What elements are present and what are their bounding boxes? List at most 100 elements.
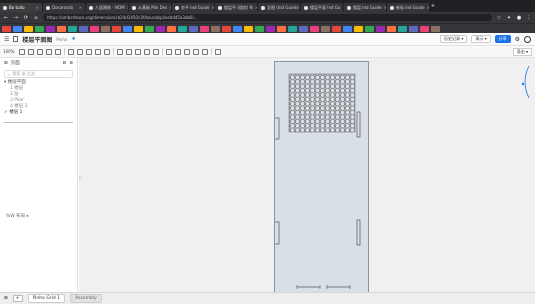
forward-icon[interactable]: → — [13, 15, 19, 21]
browser-tab[interactable]: 亦平 Ind Guide × — [172, 3, 214, 12]
bookmark-icon[interactable] — [288, 25, 297, 32]
bold-icon[interactable] — [175, 48, 182, 55]
bookmark-icon[interactable] — [189, 25, 198, 32]
arrange-icon[interactable] — [135, 48, 142, 55]
bookmark-icon[interactable] — [343, 25, 352, 32]
bookmark-icon[interactable] — [46, 25, 55, 32]
bookmark-icon[interactable] — [13, 25, 22, 32]
bookmark-icon[interactable] — [310, 25, 319, 32]
bookmark-icon[interactable] — [244, 25, 253, 32]
settings-icon[interactable]: ⚙ — [515, 36, 520, 43]
bookmark-icon[interactable] — [101, 25, 110, 32]
sheet-tab[interactable]: Assembly — [70, 294, 102, 303]
bookmark-icon[interactable] — [277, 25, 286, 32]
browser-tab[interactable]: Dosarosdo × — [43, 3, 85, 12]
bookmark-icon[interactable] — [57, 25, 66, 32]
close-icon[interactable]: × — [36, 5, 39, 10]
left-notch-upper[interactable] — [275, 117, 280, 140]
pointer-icon[interactable] — [55, 48, 62, 55]
zoom-icon[interactable] — [46, 48, 53, 55]
tree-item-selected[interactable]: ✓ 楼层 1 — [4, 110, 73, 116]
bookmark-icon[interactable] — [255, 25, 264, 32]
stroke-icon[interactable] — [153, 48, 160, 55]
browser-tab[interactable]: 人居建筑 - NOM× — [86, 3, 128, 12]
bookmark-icon[interactable] — [145, 25, 154, 32]
close-icon[interactable]: × — [255, 5, 257, 10]
right-slot-upper[interactable] — [356, 111, 361, 138]
bookmark-icon[interactable] — [321, 25, 330, 32]
canvas[interactable]: ⊢ — [79, 58, 535, 293]
bookmark-icon[interactable] — [233, 25, 242, 32]
share-button[interactable]: 分享 — [494, 35, 511, 43]
bookmark-icon[interactable] — [90, 25, 99, 32]
paint-format-icon[interactable] — [37, 48, 44, 55]
bookmark-icon[interactable] — [167, 25, 176, 32]
export-button[interactable]: 导出 ▾ — [512, 47, 532, 56]
panel-handle[interactable] — [521, 82, 525, 86]
fill-icon[interactable] — [144, 48, 151, 55]
browser-tab[interactable]: Bo tudo × — [0, 3, 42, 12]
close-icon[interactable]: × — [427, 5, 429, 10]
bookmark-icon[interactable] — [376, 25, 385, 32]
star-icon[interactable]: ★ — [71, 36, 75, 42]
bookmark-icon[interactable] — [156, 25, 165, 32]
bookmark-icon[interactable] — [178, 25, 187, 32]
bookmark-icon[interactable] — [387, 25, 396, 32]
close-icon[interactable]: × — [384, 5, 386, 10]
present-button[interactable]: 演示 ▾ — [471, 35, 491, 43]
bookmark-icon[interactable] — [200, 25, 209, 32]
browser-tab[interactable]: 楼层平 (楼房) N × — [215, 3, 257, 12]
bookmark-icon[interactable] — [123, 25, 132, 32]
url-input[interactable]: https://ambertown.org/dimension/cb24d345… — [43, 14, 492, 21]
sidebar-search[interactable]: ⌕ 搜索 或 过滤 — [4, 70, 73, 78]
line-icon[interactable] — [86, 48, 93, 55]
profile-icon[interactable]: ● — [516, 15, 522, 21]
undo-icon[interactable] — [19, 48, 26, 55]
add-sheet-button[interactable]: + — [12, 295, 23, 302]
bookmark-icon[interactable] — [79, 25, 88, 32]
menu-icon[interactable]: ⋮ — [526, 15, 532, 21]
bookmark-icon[interactable] — [431, 25, 440, 32]
bookmark-icon[interactable] — [134, 25, 143, 32]
redo-icon[interactable] — [28, 48, 35, 55]
bookmark-icon[interactable] — [398, 25, 407, 32]
bookmark-icon[interactable] — [68, 25, 77, 32]
close-icon[interactable]: × — [127, 5, 128, 10]
browser-tab[interactable]: 新标 Ind Guide × — [387, 3, 429, 12]
browser-tab[interactable]: 楼层平面 Ind Gu× — [301, 3, 343, 12]
history-button[interactable]: 历史记录 ▾ — [440, 35, 468, 43]
layout-toggle[interactable]: %W 布局 ▸ — [6, 213, 29, 219]
reload-icon[interactable]: ⟳ — [23, 15, 29, 21]
font-icon[interactable] — [166, 48, 173, 55]
table-icon[interactable] — [104, 48, 111, 55]
bookmark-icon[interactable] — [211, 25, 220, 32]
grid-icon[interactable]: ⊞ — [4, 296, 8, 301]
page-title[interactable]: 楼层平面图 — [22, 35, 52, 44]
toolbar-zoom[interactable]: 100% — [3, 49, 14, 54]
italic-icon[interactable] — [184, 48, 191, 55]
bookmark-icon[interactable] — [354, 25, 363, 32]
shape-icon[interactable] — [77, 48, 84, 55]
browser-tab[interactable]: 从基础 Min Des × — [129, 3, 171, 12]
collapse-icon[interactable]: ⊟ — [62, 61, 66, 66]
close-icon[interactable]: × — [342, 5, 343, 10]
left-notch-lower[interactable] — [275, 221, 280, 245]
add-page-icon[interactable]: ⊕ — [69, 61, 73, 66]
right-slot-lower[interactable] — [356, 219, 361, 246]
bookmark-icon[interactable] — [365, 25, 374, 32]
align-icon[interactable] — [117, 48, 124, 55]
menu-icon[interactable]: ☰ — [4, 36, 9, 43]
bookmark-icon[interactable] — [409, 25, 418, 32]
avatar[interactable] — [524, 35, 531, 43]
image-icon[interactable] — [95, 48, 102, 55]
bookmark-icon[interactable] — [112, 25, 121, 32]
home-icon[interactable]: ⌂ — [33, 15, 39, 21]
bookmark-icon[interactable] — [299, 25, 308, 32]
extensions-icon[interactable]: ✦ — [506, 15, 512, 21]
hex-panel-grid[interactable] — [289, 74, 355, 132]
underline-icon[interactable] — [193, 48, 200, 55]
group-icon[interactable] — [126, 48, 133, 55]
back-icon[interactable]: ← — [3, 15, 9, 21]
link-icon[interactable] — [202, 48, 209, 55]
close-icon[interactable]: × — [79, 5, 82, 10]
